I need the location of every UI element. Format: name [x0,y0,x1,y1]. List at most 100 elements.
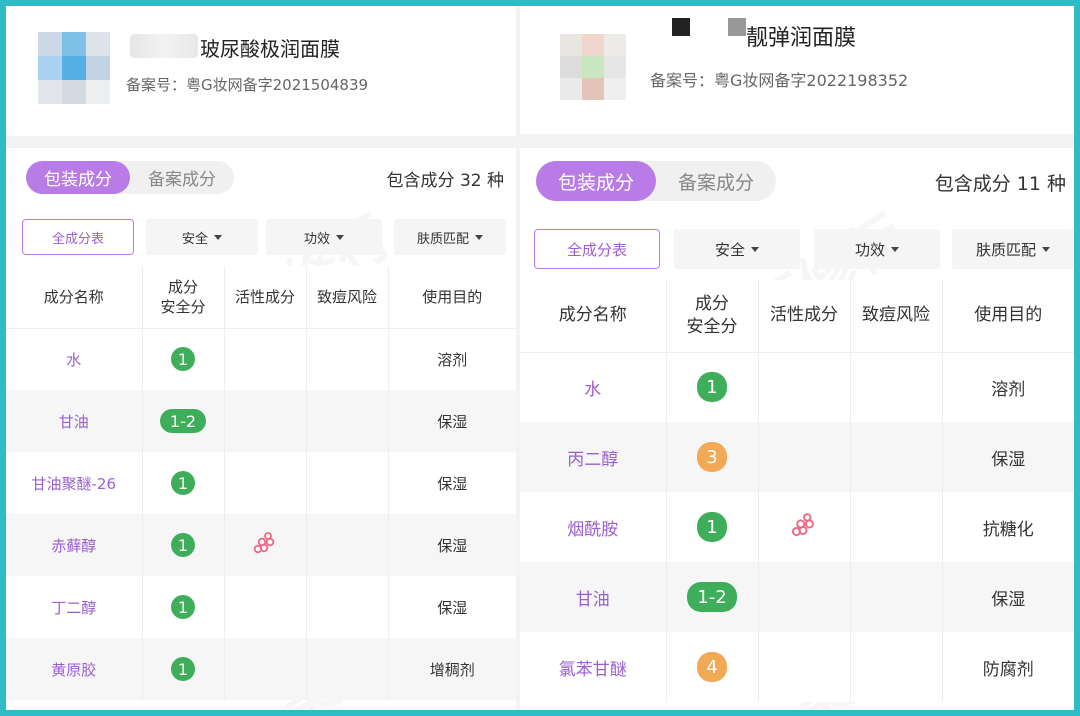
table-row[interactable]: 氯苯甘醚 4 防腐剂 [520,632,1074,702]
table-header-row: 成分名称 成分 安全分 活性成分 致痘风险 使用目的 [6,266,516,329]
filter-label: 功效 [303,231,330,247]
ingredient-source-tabs: 包装成分 备案成分 [26,161,234,194]
table-row[interactable]: 赤藓醇 1 保湿 [6,514,516,576]
chevron-down-icon [891,246,899,252]
column-header-purpose: 使用目的 [388,266,516,329]
active-ingredient-icon [253,532,277,559]
tab-filed-ingredients[interactable]: 备案成分 [656,161,776,201]
product-thumbnail [38,32,110,104]
table-row[interactable]: 甘油聚醚-26 1 保湿 [6,452,516,514]
table-row[interactable]: 烟酰胺 1 抗糖化 [520,492,1074,562]
safety-score-badge: 1 [697,512,727,542]
full-ingredient-list-button[interactable]: 全成分表 [534,229,660,269]
efficacy-filter-dropdown[interactable]: 功效 [814,229,940,269]
full-ingredient-list-button[interactable]: 全成分表 [22,219,134,255]
chevron-down-icon [751,246,759,252]
active-ingredient-cell [758,422,851,492]
product-panel-right: 美丽修行美丽修行美丽修行美丽修行美丽修行靓弹润面膜备案号：粤G妆网备字20221… [520,6,1074,710]
safety-filter-dropdown[interactable]: 安全 [674,229,800,269]
chevron-down-icon [1042,246,1050,252]
obscured-brand-name [672,18,690,36]
column-header-purpose: 使用目的 [942,280,1074,353]
product-title: 靓弹润面膜 [746,26,857,51]
active-ingredient-icon [791,513,817,542]
ingredient-name[interactable]: 甘油聚醚-26 [6,452,143,514]
usage-purpose: 防腐剂 [942,632,1074,702]
ingredient-name[interactable]: 赤藓醇 [6,514,143,576]
column-header-safety-score: 成分 安全分 [142,266,225,329]
product-panel-left: 美丽修行美丽修行美丽修行美丽修行美丽修行玻尿酸极润面膜备案号：粤G妆网备字202… [6,6,516,710]
usage-purpose: 保湿 [942,422,1074,492]
usage-purpose: 保湿 [388,514,516,576]
table-row[interactable]: 丁二醇 1 保湿 [6,576,516,638]
chevron-down-icon [336,234,344,240]
table-row[interactable]: 丙二醇 3 保湿 [520,422,1074,492]
active-ingredient-cell [224,452,307,514]
usage-purpose: 保湿 [388,390,516,452]
ingredient-name[interactable]: 水 [6,328,143,390]
active-ingredient-cell [224,390,307,452]
safety-filter-dropdown[interactable]: 安全 [146,219,258,255]
safety-score-cell: 1 [142,638,225,700]
filter-label: 功效 [854,240,885,259]
usage-purpose: 溶剂 [388,328,516,390]
tab-package-ingredients[interactable]: 包装成分 [536,161,656,201]
active-ingredient-cell [224,328,307,390]
acne-risk-cell [850,352,943,422]
safety-score-badge: 4 [697,652,727,682]
product-title: 玻尿酸极润面膜 [200,37,340,61]
ingredient-name[interactable]: 丙二醇 [520,422,667,492]
acne-risk-cell [306,452,389,514]
ingredient-name[interactable]: 氯苯甘醚 [520,632,667,702]
comparison-frame: 美丽修行美丽修行美丽修行美丽修行美丽修行玻尿酸极润面膜备案号：粤G妆网备字202… [6,6,1074,710]
safety-score-badge: 1 [697,372,727,403]
ingredient-count: 包含成分 32 种 [386,171,504,191]
column-header-active: 活性成分 [224,266,307,329]
table-row[interactable]: 水 1 溶剂 [6,328,516,390]
safety-score-badge: 1 [171,347,195,372]
safety-score-badge: 1-2 [159,409,207,433]
chevron-down-icon [214,234,222,240]
filter-label: 肤质匹配 [975,240,1036,259]
usage-purpose: 溶剂 [942,352,1074,422]
efficacy-filter-dropdown[interactable]: 功效 [266,219,382,255]
column-header-name: 成分名称 [6,266,143,329]
section-divider [520,134,1074,148]
safety-score-cell: 1 [142,452,225,514]
safety-score-cell: 1 [142,514,225,576]
registration-number: 备案号：粤G妆网备字2021504839 [126,76,369,94]
obscured-brand-name [728,18,746,36]
ingredient-name[interactable]: 水 [520,352,667,422]
skin-type-filter-dropdown[interactable]: 肤质匹配 [952,229,1074,269]
column-header-name: 成分名称 [520,280,667,353]
ingredient-name[interactable]: 丁二醇 [6,576,143,638]
tab-package-ingredients[interactable]: 包装成分 [26,161,130,194]
table-row[interactable]: 甘油 1-2 保湿 [6,390,516,452]
filter-label: 肤质匹配 [416,231,469,247]
acne-risk-cell [306,328,389,390]
ingredient-count: 包含成分 11 种 [934,173,1066,195]
usage-purpose: 保湿 [388,576,516,638]
safety-score-cell: 1-2 [666,562,759,632]
active-ingredient-cell [758,632,851,702]
safety-score-badge: 1 [171,657,195,681]
ingredient-name[interactable]: 黄原胶 [6,638,143,700]
skin-type-filter-dropdown[interactable]: 肤质匹配 [394,219,506,255]
ingredient-name[interactable]: 甘油 [6,390,143,452]
active-ingredient-cell [758,352,851,422]
tab-filed-ingredients[interactable]: 备案成分 [130,161,234,194]
filter-label: 安全 [181,231,208,247]
registration-number: 备案号：粤G妆网备字2022198352 [650,71,909,90]
usage-purpose: 抗糖化 [942,492,1074,562]
usage-purpose: 保湿 [942,562,1074,632]
acne-risk-cell [306,390,389,452]
table-row[interactable]: 黄原胶 1 增稠剂 [6,638,516,700]
ingredient-name[interactable]: 甘油 [520,562,667,632]
table-row[interactable]: 甘油 1-2 保湿 [520,562,1074,632]
safety-score-cell: 4 [666,632,759,702]
safety-score-badge: 1 [171,595,195,619]
ingredient-name[interactable]: 烟酰胺 [520,492,667,562]
table-row[interactable]: 水 1 溶剂 [520,352,1074,422]
column-header-active: 活性成分 [758,280,851,353]
chevron-down-icon [475,234,483,240]
